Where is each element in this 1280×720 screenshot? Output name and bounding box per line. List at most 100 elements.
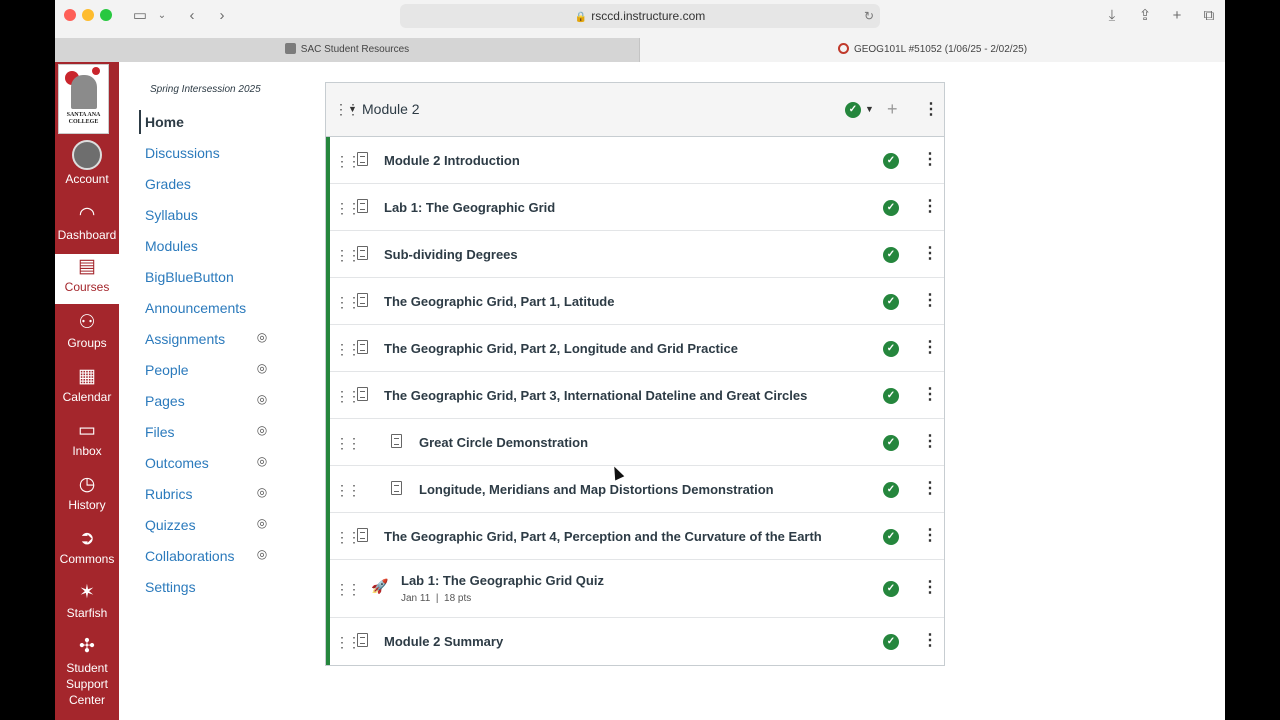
back-button[interactable]: ‹: [182, 5, 202, 27]
global-nav-label: Student Support Center: [65, 661, 109, 707]
module-item[interactable]: ⋮⋮ Great Circle Demonstration ✓ ⋮: [330, 419, 944, 466]
item-options-icon[interactable]: ⋮: [922, 293, 938, 309]
sidebar-toggle-icon[interactable]: ▭: [129, 5, 151, 27]
download-icon[interactable]: ⤓: [1102, 5, 1122, 27]
course-nav-announcements[interactable]: Announcements: [139, 296, 289, 320]
published-check-icon[interactable]: ✓: [883, 634, 899, 650]
module-item[interactable]: ⋮⋮ The Geographic Grid, Part 3, Internat…: [330, 372, 944, 419]
address-bar[interactable]: 🔒 rsccd.instructure.com ↻: [400, 4, 880, 28]
item-options-icon[interactable]: ⋮: [922, 387, 938, 403]
global-nav-student-support-center[interactable]: ✣ Student Support Center: [55, 634, 119, 707]
share-icon[interactable]: ⇪: [1135, 5, 1155, 27]
module-item-title[interactable]: Sub-dividing Degrees: [384, 247, 518, 262]
global-nav-label: Commons: [59, 552, 115, 566]
published-check-icon[interactable]: ✓: [883, 388, 899, 404]
item-options-icon[interactable]: ⋮: [922, 481, 938, 497]
item-options-icon[interactable]: ⋮: [922, 199, 938, 215]
course-nav-home[interactable]: Home: [139, 110, 289, 134]
module-item-title[interactable]: Lab 1: The Geographic Grid Quiz: [401, 573, 604, 588]
module-item[interactable]: ⋮⋮ Module 2 Introduction ✓ ⋮: [330, 137, 944, 184]
module-item[interactable]: ⋮⋮ The Geographic Grid, Part 1, Latitude…: [330, 278, 944, 325]
close-window-button[interactable]: [64, 9, 76, 21]
module-item[interactable]: ⋮⋮ The Geographic Grid, Part 4, Percepti…: [330, 513, 944, 560]
drag-handle-icon[interactable]: ⋮⋮: [335, 341, 361, 358]
module-item[interactable]: ⋮⋮ Lab 1: The Geographic Grid ✓ ⋮: [330, 184, 944, 231]
forward-button[interactable]: ›: [212, 5, 232, 27]
item-options-icon[interactable]: ⋮: [922, 340, 938, 356]
module-options-icon[interactable]: ⋮: [923, 102, 939, 118]
drag-handle-icon[interactable]: ⋮⋮: [335, 294, 361, 311]
global-nav-groups[interactable]: ⚇ Groups: [55, 310, 119, 364]
course-nav-bigbluebutton[interactable]: BigBlueButton: [139, 265, 289, 289]
global-nav-starfish[interactable]: ✶ Starfish: [55, 580, 119, 634]
item-options-icon[interactable]: ⋮: [922, 633, 938, 649]
module-item[interactable]: ⋮⋮ The Geographic Grid, Part 2, Longitud…: [330, 325, 944, 372]
quiz-meta: Jan 11 | 18 pts: [401, 593, 471, 604]
published-check-icon[interactable]: ✓: [883, 341, 899, 357]
module-item-title[interactable]: The Geographic Grid, Part 2, Longitude a…: [384, 341, 738, 356]
published-check-icon[interactable]: ✓: [883, 529, 899, 545]
global-nav-calendar[interactable]: ▦ Calendar: [55, 364, 119, 418]
drag-handle-icon[interactable]: ⋮⋮: [335, 482, 361, 499]
tab-sac-student-resources[interactable]: SAC Student Resources: [55, 38, 640, 62]
drag-handle-icon[interactable]: ⋮⋮: [335, 529, 361, 546]
module-item[interactable]: ⋮⋮ Sub-dividing Degrees ✓ ⋮: [330, 231, 944, 278]
publish-menu-caret-icon[interactable]: ▼: [865, 104, 874, 114]
module-item[interactable]: ⋮⋮ 🚀 Lab 1: The Geographic Grid Quiz Jan…: [330, 560, 944, 618]
chevron-down-icon[interactable]: ⌄: [155, 5, 169, 27]
reload-icon[interactable]: ↻: [864, 4, 874, 28]
global-nav-dashboard[interactable]: ◠ Dashboard: [55, 202, 119, 256]
item-options-icon[interactable]: ⋮: [922, 580, 938, 596]
global-nav-inbox[interactable]: ▭ Inbox: [55, 418, 119, 472]
global-nav-label: Dashboard: [57, 228, 117, 242]
global-nav-history[interactable]: ◷ History: [55, 472, 119, 526]
global-nav-courses[interactable]: ▤ Courses: [55, 254, 119, 304]
college-logo[interactable]: SANTA ANA COLLEGE: [58, 64, 109, 134]
module-header[interactable]: ⋮⋮ ▼ Module 2 ✓ ▼ + ⋮: [326, 83, 944, 137]
module-item-title[interactable]: Lab 1: The Geographic Grid: [384, 200, 555, 215]
drag-handle-icon[interactable]: ⋮⋮: [335, 581, 361, 598]
item-options-icon[interactable]: ⋮: [922, 152, 938, 168]
course-nav-discussions[interactable]: Discussions: [139, 141, 289, 165]
course-nav-settings[interactable]: Settings: [139, 575, 289, 599]
module-item-title[interactable]: The Geographic Grid, Part 4, Perception …: [384, 529, 822, 544]
item-options-icon[interactable]: ⋮: [922, 528, 938, 544]
published-check-icon[interactable]: ✓: [845, 102, 861, 118]
course-nav-modules[interactable]: Modules: [139, 234, 289, 258]
module-item[interactable]: ⋮⋮ Longitude, Meridians and Map Distorti…: [330, 466, 944, 513]
published-check-icon[interactable]: ✓: [883, 581, 899, 597]
published-check-icon[interactable]: ✓: [883, 247, 899, 263]
module-item[interactable]: ⋮⋮ Module 2 Summary ✓ ⋮: [330, 618, 944, 665]
published-check-icon[interactable]: ✓: [883, 200, 899, 216]
module-item-title[interactable]: Module 2 Introduction: [384, 153, 520, 168]
drag-handle-icon[interactable]: ⋮⋮: [335, 634, 361, 651]
module-item-title[interactable]: Longitude, Meridians and Map Distortions…: [419, 482, 774, 497]
published-check-icon[interactable]: ✓: [883, 435, 899, 451]
drag-handle-icon[interactable]: ⋮⋮: [335, 388, 361, 405]
new-tab-icon[interactable]: +: [1167, 5, 1187, 27]
global-nav-account[interactable]: Account: [55, 140, 119, 194]
module-item-title[interactable]: The Geographic Grid, Part 3, Internation…: [384, 388, 807, 403]
tab-overview-icon[interactable]: ⧉: [1199, 5, 1219, 27]
module-item-title[interactable]: Great Circle Demonstration: [419, 435, 588, 450]
item-options-icon[interactable]: ⋮: [922, 434, 938, 450]
published-check-icon[interactable]: ✓: [883, 294, 899, 310]
zoom-window-button[interactable]: [100, 9, 112, 21]
module-item-title[interactable]: Module 2 Summary: [384, 634, 503, 649]
minimize-window-button[interactable]: [82, 9, 94, 21]
published-check-icon[interactable]: ✓: [883, 482, 899, 498]
drag-handle-icon[interactable]: ⋮⋮: [335, 247, 361, 264]
drag-handle-icon[interactable]: ⋮⋮: [335, 435, 361, 452]
global-nav-commons[interactable]: ➲ Commons: [55, 526, 119, 580]
course-nav-grades[interactable]: Grades: [139, 172, 289, 196]
add-item-icon[interactable]: +: [887, 99, 898, 120]
published-check-icon[interactable]: ✓: [883, 153, 899, 169]
avatar: [72, 140, 102, 170]
drag-handle-icon[interactable]: ⋮⋮: [335, 200, 361, 217]
module-item-title[interactable]: The Geographic Grid, Part 1, Latitude: [384, 294, 614, 309]
drag-handle-icon[interactable]: ⋮⋮: [335, 153, 361, 170]
collapse-caret-icon[interactable]: ▼: [348, 104, 357, 114]
course-nav-syllabus[interactable]: Syllabus: [139, 203, 289, 227]
item-options-icon[interactable]: ⋮: [922, 246, 938, 262]
tab-geog101l[interactable]: GEOG101L #51052 (1/06/25 - 2/02/25): [640, 38, 1225, 62]
